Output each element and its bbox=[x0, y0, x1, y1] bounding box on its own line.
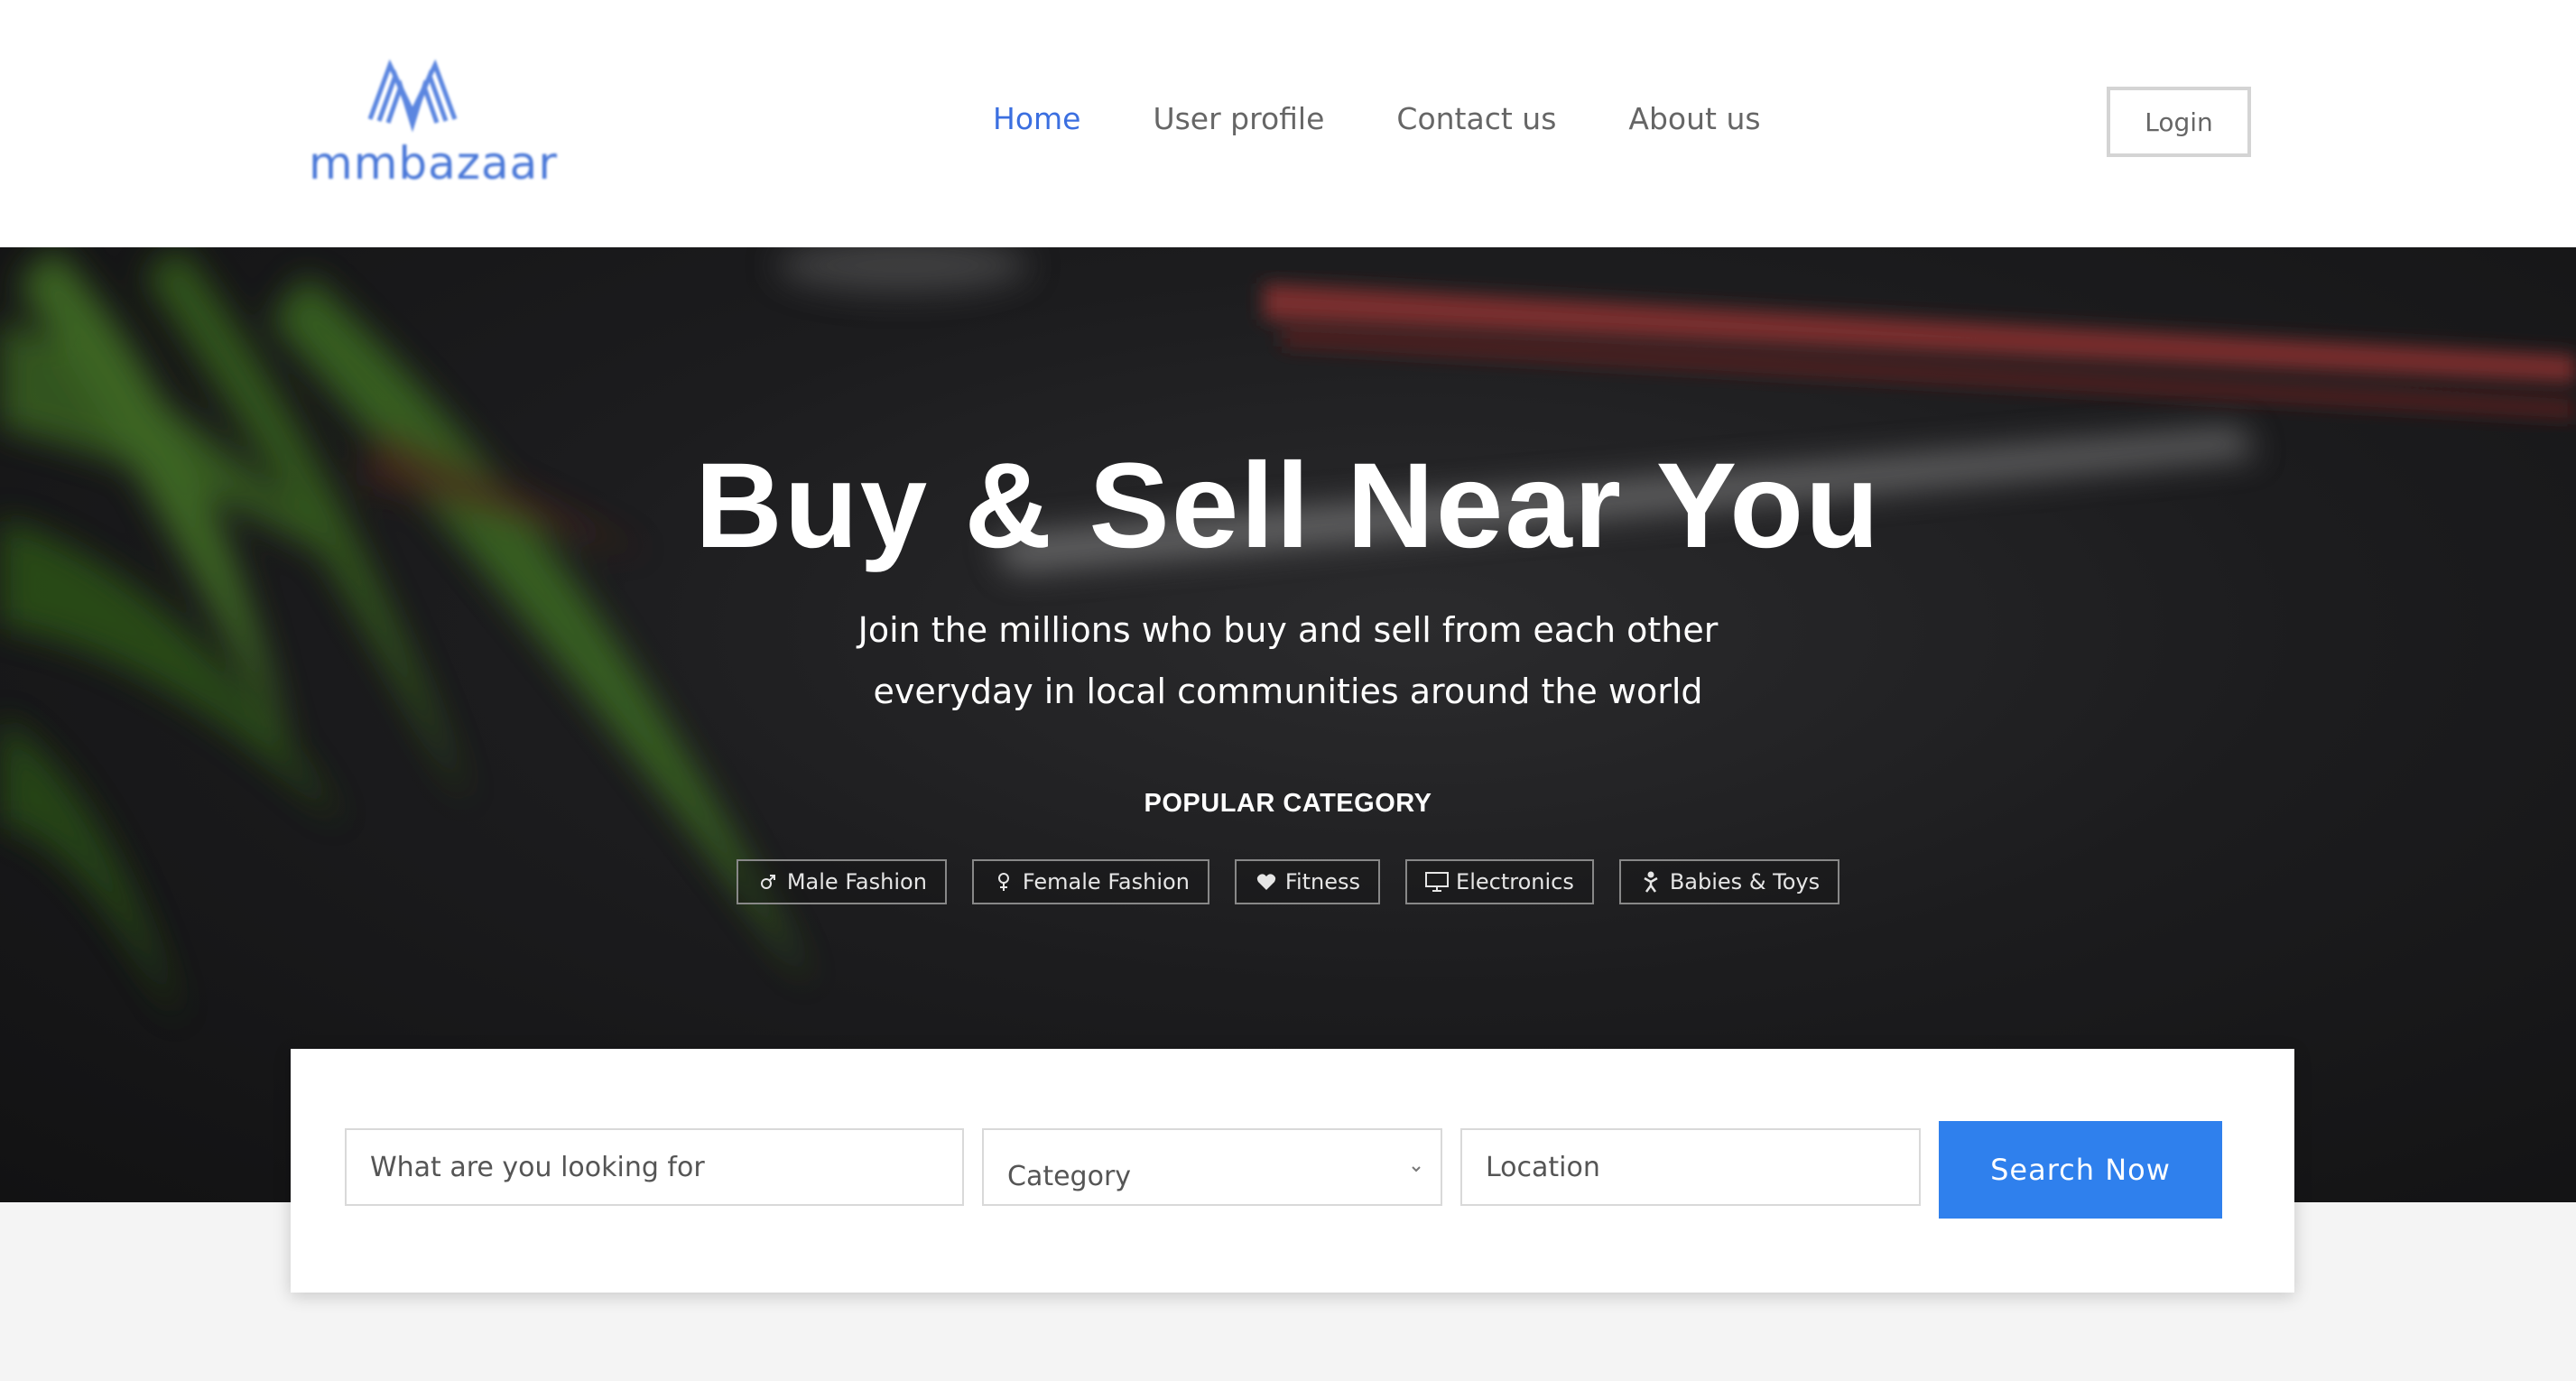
category-label: Female Fashion bbox=[1022, 869, 1190, 894]
category-label: Fitness bbox=[1284, 869, 1361, 894]
category-label: Male Fashion bbox=[786, 869, 927, 894]
baby-icon bbox=[1639, 870, 1663, 894]
keyword-input[interactable] bbox=[370, 1130, 962, 1204]
hero-subtitle: Join the millions who buy and sell from … bbox=[0, 599, 2576, 722]
category-babies-toys[interactable]: Babies & Toys bbox=[1618, 859, 1840, 904]
brand-name: mmbazaar bbox=[309, 137, 558, 190]
category-label: Babies & Toys bbox=[1669, 869, 1821, 894]
monitor-icon bbox=[1425, 870, 1450, 894]
category-label: Electronics bbox=[1456, 869, 1574, 894]
category-fitness[interactable]: Fitness bbox=[1234, 859, 1381, 904]
female-icon bbox=[992, 870, 1015, 894]
chevron-down-icon bbox=[1412, 1166, 1421, 1172]
category-select[interactable]: Category bbox=[982, 1128, 1442, 1206]
hero-subtitle-line-2: everyday in local communities around the… bbox=[873, 672, 1703, 711]
category-list: Male Fashion Female Fashion Fitness Elec… bbox=[0, 859, 2576, 904]
main-nav: Home User profile Contact us About us bbox=[993, 101, 1761, 136]
nav-contact-us[interactable]: Contact us bbox=[1396, 101, 1556, 136]
location-field[interactable] bbox=[1460, 1128, 1921, 1206]
heart-icon bbox=[1255, 870, 1278, 894]
nav-about-us[interactable]: About us bbox=[1628, 101, 1760, 136]
male-icon bbox=[756, 870, 780, 894]
search-panel: Category Search Now bbox=[291, 1049, 2294, 1293]
location-input[interactable] bbox=[1486, 1130, 1919, 1204]
category-select-value: Category bbox=[1007, 1160, 1132, 1192]
hero-subtitle-line-1: Join the millions who buy and sell from … bbox=[857, 610, 1719, 650]
category-female-fashion[interactable]: Female Fashion bbox=[971, 859, 1209, 904]
brand-logo[interactable]: mmbazaar bbox=[309, 36, 557, 208]
search-now-button[interactable]: Search Now bbox=[1939, 1121, 2222, 1219]
nav-user-profile[interactable]: User profile bbox=[1153, 101, 1324, 136]
category-electronics[interactable]: Electronics bbox=[1405, 859, 1594, 904]
nav-home[interactable]: Home bbox=[993, 101, 1080, 136]
category-male-fashion[interactable]: Male Fashion bbox=[736, 859, 947, 904]
site-header: mmbazaar Home User profile Contact us Ab… bbox=[0, 0, 2576, 247]
login-button[interactable]: Login bbox=[2107, 87, 2251, 157]
logo-mark-icon bbox=[367, 59, 458, 133]
popular-category-heading: POPULAR CATEGORY bbox=[1144, 789, 1432, 818]
hero-title: Buy & Sell Near You bbox=[695, 439, 1881, 573]
keyword-field[interactable] bbox=[345, 1128, 964, 1206]
